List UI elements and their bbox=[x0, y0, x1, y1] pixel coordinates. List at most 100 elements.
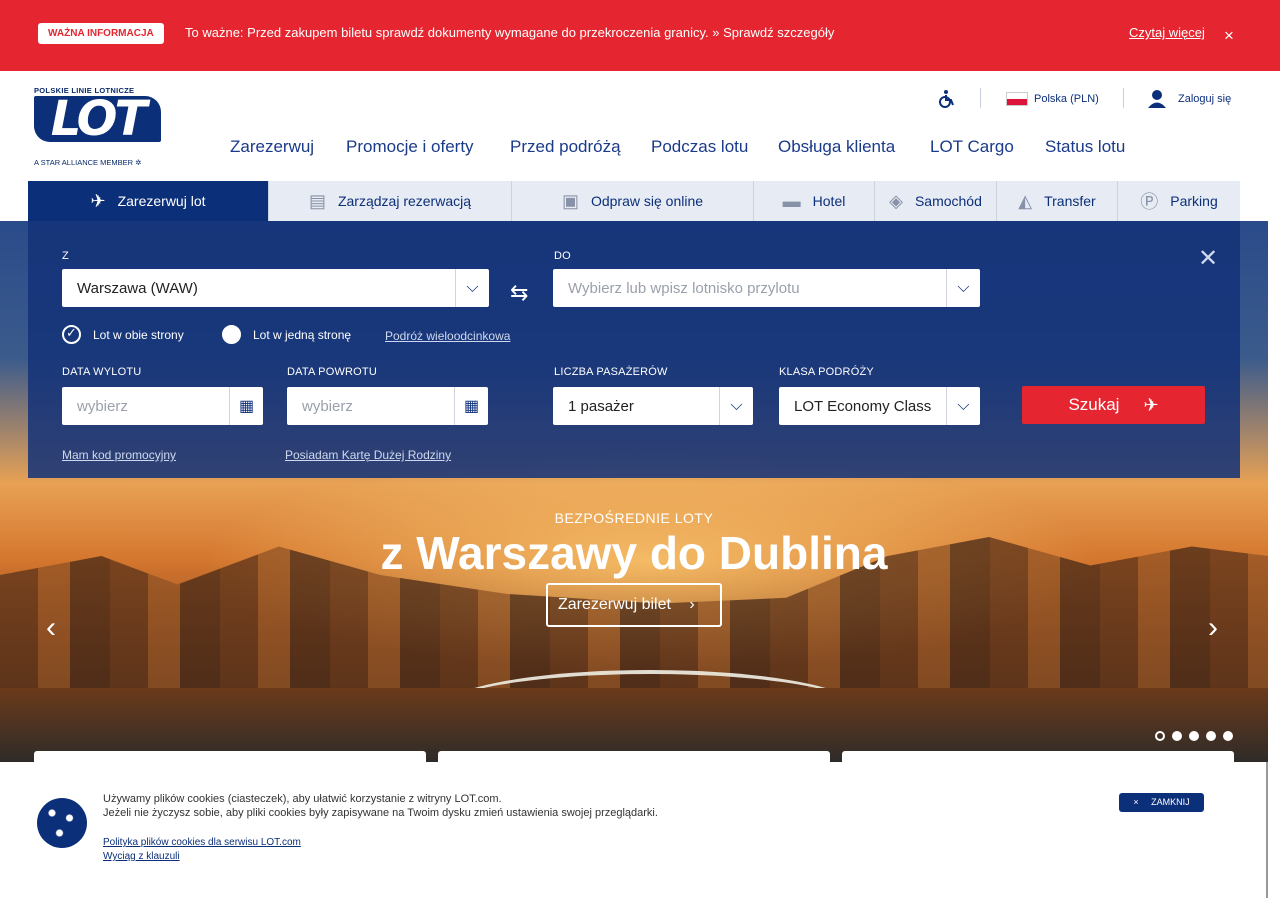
class-label: KLASA PODRÓŻY bbox=[779, 366, 874, 378]
from-label: Z bbox=[62, 250, 69, 262]
booking-panel: ✕ Z Warszawa (WAW) ⌵ ⇆ DO Wybierz lub wp… bbox=[28, 221, 1240, 478]
chevron-down-icon[interactable]: ⌵ bbox=[946, 269, 980, 307]
tab-check-in[interactable]: ▣ Odpraw się online bbox=[512, 181, 754, 221]
nav-obsluga-klienta[interactable]: Obsługa klienta bbox=[778, 137, 895, 157]
tab-label: Hotel bbox=[812, 193, 846, 209]
accessibility-button[interactable] bbox=[937, 89, 957, 109]
cookie-policy-link[interactable]: Polityka plików cookies dla serwisu LOT.… bbox=[103, 837, 301, 848]
close-icon: × bbox=[1133, 797, 1139, 807]
chevron-down-icon[interactable]: ⌵ bbox=[719, 387, 753, 425]
login-button[interactable]: Zaloguj się bbox=[1147, 89, 1231, 109]
one-way-radio[interactable] bbox=[222, 325, 241, 344]
passengers-select[interactable]: 1 pasażer ⌵ bbox=[553, 387, 753, 425]
book-ticket-label: Zarezerwuj bilet bbox=[558, 596, 671, 613]
search-button[interactable]: Szukaj ✈ bbox=[1022, 386, 1205, 424]
class-select[interactable]: LOT Economy Class ⌵ bbox=[779, 387, 980, 425]
tab-label: Zarządzaj rezerwacją bbox=[337, 193, 472, 209]
carousel-dot[interactable] bbox=[1155, 731, 1165, 741]
car-icon: ◈ bbox=[889, 190, 903, 211]
logo-wordmark: LOT bbox=[34, 95, 161, 143]
plane-icon: ✈ bbox=[1143, 394, 1159, 415]
round-trip-radio[interactable] bbox=[62, 325, 81, 344]
to-placeholder: Wybierz lub wpisz lotnisko przylotu bbox=[568, 279, 800, 297]
tab-manage-booking[interactable]: ▤ Zarządzaj rezerwacją bbox=[269, 181, 512, 221]
star-alliance-label: A STAR ALLIANCE MEMBER ✲ bbox=[34, 158, 142, 167]
chevron-down-icon[interactable]: ⌵ bbox=[455, 269, 489, 307]
class-value: LOT Economy Class bbox=[794, 397, 932, 415]
nav-podczas-lotu[interactable]: Podczas lotu bbox=[651, 137, 748, 157]
family-card-link[interactable]: Posiadam Kartę Dużej Rodziny bbox=[285, 448, 451, 462]
multi-city-link[interactable]: Podróż wieloodcinkowa bbox=[385, 329, 510, 343]
nav-przed-podroza[interactable]: Przed podróżą bbox=[510, 137, 621, 157]
plane-icon: ✈ bbox=[90, 190, 106, 211]
read-more-link[interactable]: Czytaj więcej bbox=[1129, 25, 1205, 40]
wheelchair-icon bbox=[939, 90, 954, 108]
cookie-text-line2: Jeżeli nie życzysz sobie, aby pliki cook… bbox=[103, 807, 658, 819]
book-ticket-button[interactable]: Zarezerwuj bilet › bbox=[546, 583, 722, 627]
important-info-text[interactable]: To ważne: Przed zakupem biletu sprawdź d… bbox=[185, 25, 834, 40]
cookie-banner bbox=[0, 762, 1268, 898]
from-value: Warszawa (WAW) bbox=[77, 279, 198, 297]
chevron-right-icon: › bbox=[689, 596, 695, 613]
nav-status-lotu[interactable]: Status lotu bbox=[1045, 137, 1125, 157]
tab-parking[interactable]: Ⓟ Parking bbox=[1118, 181, 1240, 221]
depart-date-field[interactable]: wybierz ▦ bbox=[62, 387, 263, 425]
ticket-icon: ▣ bbox=[561, 190, 579, 211]
calendar-icon[interactable]: ▦ bbox=[229, 387, 263, 425]
to-label: DO bbox=[554, 250, 571, 262]
nav-zarezerwuj[interactable]: Zarezerwuj bbox=[230, 137, 314, 157]
passengers-value: 1 pasażer bbox=[568, 397, 634, 415]
important-info-banner: WAŻNA INFORMACJA To ważne: Przed zakupem… bbox=[0, 0, 1280, 71]
tab-hotel[interactable]: ▬ Hotel bbox=[754, 181, 875, 221]
tab-transfer[interactable]: ◭ Transfer bbox=[997, 181, 1118, 221]
carousel-next-icon[interactable]: › bbox=[1208, 613, 1218, 643]
carousel-dot[interactable] bbox=[1223, 731, 1233, 741]
passengers-label: LICZBA PASAŻERÓW bbox=[554, 366, 668, 378]
tab-label: Transfer bbox=[1044, 193, 1096, 209]
cookie-close-label: ZAMKNIJ bbox=[1151, 797, 1190, 807]
divider bbox=[980, 88, 981, 108]
carousel-dot[interactable] bbox=[1172, 731, 1182, 741]
hero-kicker: BEZPOŚREDNIE LOTY bbox=[554, 510, 714, 526]
country-label: Polska (PLN) bbox=[1034, 93, 1099, 105]
promo-code-link[interactable]: Mam kod promocyjny bbox=[62, 448, 176, 462]
poland-flag-icon bbox=[1006, 92, 1028, 106]
return-date-label: DATA POWROTU bbox=[287, 366, 377, 378]
cookie-text-line1: Używamy plików cookies (ciasteczek), aby… bbox=[103, 793, 502, 805]
to-field[interactable]: Wybierz lub wpisz lotnisko przylotu ⌵ bbox=[553, 269, 980, 307]
tab-label: Parking bbox=[1170, 193, 1218, 209]
swap-icon[interactable]: ⇆ bbox=[510, 280, 528, 306]
tab-label: Zarezerwuj lot bbox=[117, 193, 206, 209]
country-selector[interactable]: Polska (PLN) bbox=[1006, 89, 1099, 109]
round-trip-label: Lot w obie strony bbox=[93, 328, 184, 342]
depart-date-label: DATA WYLOTU bbox=[62, 366, 142, 378]
tab-car[interactable]: ◈ Samochód bbox=[875, 181, 997, 221]
chevron-down-icon[interactable]: ⌵ bbox=[946, 387, 980, 425]
lot-logo[interactable]: POLSKIE LINIE LOTNICZE LOT A STAR ALLIAN… bbox=[34, 86, 164, 172]
tab-book-flight[interactable]: ✈ Zarezerwuj lot bbox=[28, 181, 269, 221]
calendar-icon[interactable]: ▦ bbox=[454, 387, 488, 425]
close-icon[interactable]: × bbox=[1224, 27, 1234, 44]
user-icon bbox=[1148, 90, 1166, 108]
bed-icon: ▬ bbox=[782, 190, 801, 211]
carousel-dot[interactable] bbox=[1189, 731, 1199, 741]
id-card-icon: ▤ bbox=[308, 190, 326, 211]
return-date-field[interactable]: wybierz ▦ bbox=[287, 387, 488, 425]
tab-label: Odpraw się online bbox=[590, 193, 704, 209]
from-field[interactable]: Warszawa (WAW) ⌵ bbox=[62, 269, 489, 307]
carousel-dot[interactable] bbox=[1206, 731, 1216, 741]
one-way-label: Lot w jedną stronę bbox=[253, 328, 352, 342]
carousel-dots bbox=[1155, 731, 1233, 741]
parking-icon: Ⓟ bbox=[1140, 192, 1159, 212]
login-label: Zaloguj się bbox=[1178, 93, 1232, 105]
divider bbox=[1123, 88, 1124, 108]
carousel-prev-icon[interactable]: ‹ bbox=[46, 613, 56, 643]
nav-lot-cargo[interactable]: LOT Cargo bbox=[930, 137, 1014, 157]
depart-date-placeholder: wybierz bbox=[77, 397, 128, 415]
cookie-clause-link[interactable]: Wyciąg z klauzuli bbox=[103, 851, 180, 862]
close-icon[interactable]: ✕ bbox=[1198, 244, 1218, 273]
cookie-close-button[interactable]: × ZAMKNIJ bbox=[1119, 793, 1204, 812]
nav-promocje[interactable]: Promocje i oferty bbox=[346, 137, 474, 157]
search-label: Szukaj bbox=[1068, 395, 1120, 414]
important-info-badge: WAŻNA INFORMACJA bbox=[38, 23, 164, 44]
